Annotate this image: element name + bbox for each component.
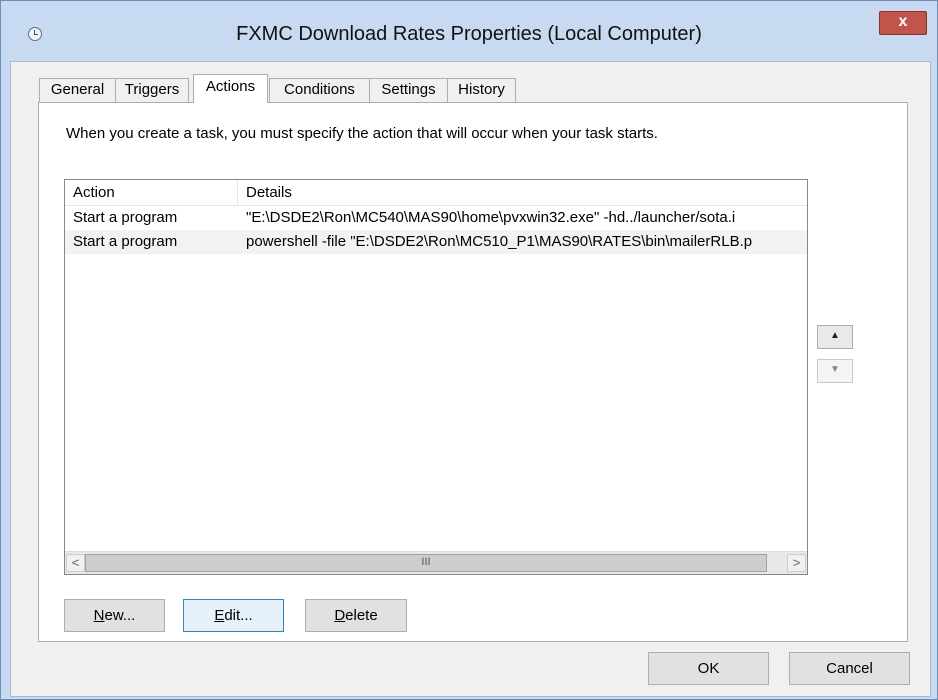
actions-list[interactable]: Action Details Start a program "E:\DSDE2…	[64, 179, 808, 575]
row-action: Start a program	[73, 233, 178, 250]
new-label: ew...	[104, 607, 136, 624]
tab-history[interactable]: History	[447, 78, 516, 102]
row-action: Start a program	[73, 209, 178, 226]
tab-triggers[interactable]: Triggers	[115, 78, 189, 102]
dialog-client-area: General Triggers Actions Conditions Sett…	[10, 61, 931, 697]
scroll-right-arrow[interactable]: >	[787, 554, 806, 572]
tab-conditions[interactable]: Conditions	[269, 78, 370, 102]
delete-label: elete	[345, 607, 378, 624]
scroll-left-arrow[interactable]: <	[66, 554, 85, 572]
properties-window: FXMC Download Rates Properties (Local Co…	[0, 0, 938, 700]
tab-general[interactable]: General	[39, 78, 116, 102]
edit-label: dit...	[224, 607, 253, 624]
tab-actions[interactable]: Actions	[193, 74, 268, 103]
new-mnemonic: N	[93, 607, 105, 624]
info-text: When you create a task, you must specify…	[66, 125, 658, 142]
close-button[interactable]: x	[879, 11, 927, 35]
move-down-button[interactable]: ▼	[817, 359, 853, 383]
window-title: FXMC Download Rates Properties (Local Co…	[236, 23, 702, 45]
column-header-details[interactable]: Details	[238, 180, 807, 205]
new-button[interactable]: New...	[64, 599, 165, 632]
delete-button[interactable]: Delete	[305, 599, 407, 632]
move-up-button[interactable]: ▲	[817, 325, 853, 349]
list-row[interactable]: Start a program "E:\DSDE2\Ron\MC540\MAS9…	[65, 206, 807, 230]
horizontal-scrollbar[interactable]: < III >	[65, 551, 807, 574]
actions-tab-panel: When you create a task, you must specify…	[38, 102, 908, 642]
cancel-button[interactable]: Cancel	[789, 652, 910, 685]
row-details: powershell -file "E:\DSDE2\Ron\MC510_P1\…	[246, 233, 753, 250]
row-details: "E:\DSDE2\Ron\MC540\MAS90\home\pvxwin32.…	[246, 209, 736, 226]
title-bar[interactable]: FXMC Download Rates Properties (Local Co…	[1, 1, 937, 45]
edit-mnemonic: E	[214, 607, 225, 624]
list-header: Action Details	[65, 180, 807, 206]
column-header-action[interactable]: Action	[65, 180, 238, 205]
list-row[interactable]: Start a program powershell -file "E:\DSD…	[65, 230, 807, 254]
scrollbar-thumb[interactable]: III	[85, 554, 767, 572]
ok-button[interactable]: OK	[648, 652, 769, 685]
tab-settings[interactable]: Settings	[369, 78, 448, 102]
delete-mnemonic: D	[334, 607, 346, 624]
edit-button[interactable]: Edit...	[183, 599, 284, 632]
